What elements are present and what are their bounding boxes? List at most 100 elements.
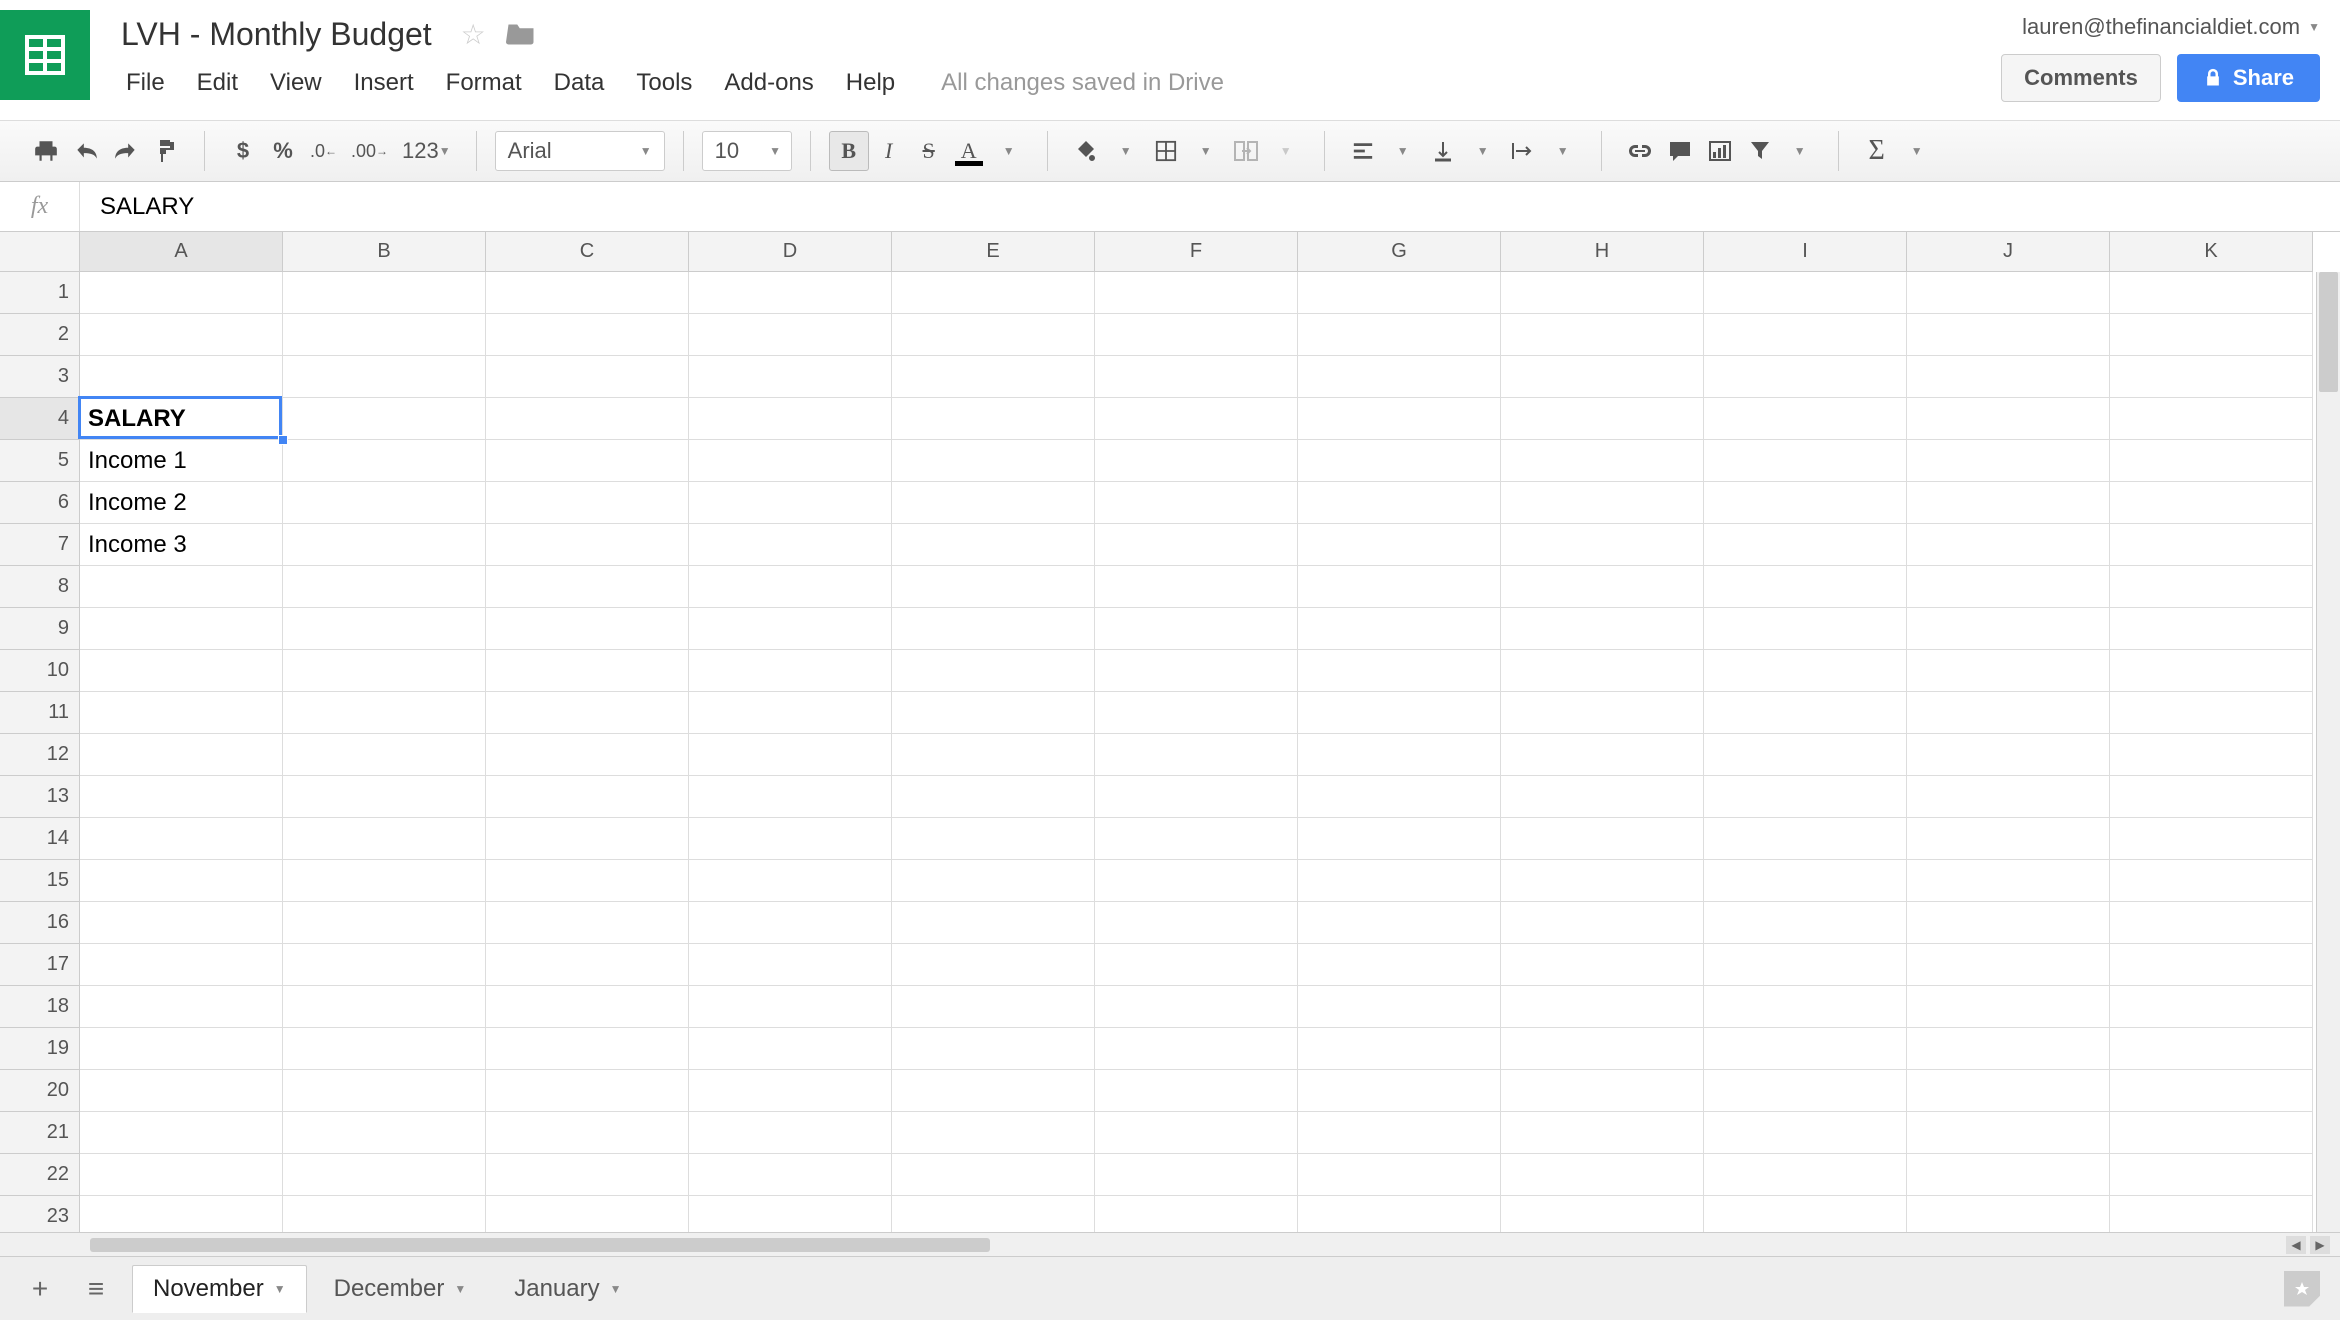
cell-C17[interactable] [486, 944, 689, 986]
chevron-down-icon[interactable]: ▼ [274, 1282, 286, 1296]
cell-H16[interactable] [1501, 902, 1704, 944]
cell-E5[interactable] [892, 440, 1095, 482]
cell-K22[interactable] [2110, 1154, 2313, 1196]
cell-J20[interactable] [1907, 1070, 2110, 1112]
horizontal-align-button[interactable] [1343, 131, 1383, 171]
currency-button[interactable]: $ [223, 131, 263, 171]
column-header-C[interactable]: C [486, 232, 689, 272]
cell-G5[interactable] [1298, 440, 1501, 482]
sheets-logo[interactable] [0, 10, 90, 100]
cell-D11[interactable] [689, 692, 892, 734]
cell-I22[interactable] [1704, 1154, 1907, 1196]
functions-button[interactable]: Σ [1857, 131, 1897, 171]
cell-I9[interactable] [1704, 608, 1907, 650]
star-icon[interactable]: ☆ [461, 18, 486, 51]
cell-K20[interactable] [2110, 1070, 2313, 1112]
bold-button[interactable]: B [829, 131, 869, 171]
cell-G1[interactable] [1298, 272, 1501, 314]
folder-icon[interactable] [506, 19, 536, 50]
cell-D23[interactable] [689, 1196, 892, 1232]
cell-J7[interactable] [1907, 524, 2110, 566]
borders-dropdown[interactable]: ▼ [1186, 131, 1226, 171]
add-sheet-button[interactable]: + [20, 1269, 60, 1309]
cell-B14[interactable] [283, 818, 486, 860]
cell-J23[interactable] [1907, 1196, 2110, 1232]
menu-format[interactable]: Format [430, 63, 538, 103]
cell-G17[interactable] [1298, 944, 1501, 986]
cell-G2[interactable] [1298, 314, 1501, 356]
cell-F14[interactable] [1095, 818, 1298, 860]
merge-cells-button[interactable] [1226, 131, 1266, 171]
cell-D15[interactable] [689, 860, 892, 902]
cell-F21[interactable] [1095, 1112, 1298, 1154]
fx-label[interactable]: fx [0, 182, 80, 231]
row-header-8[interactable]: 8 [0, 566, 80, 608]
cell-D10[interactable] [689, 650, 892, 692]
cell-G13[interactable] [1298, 776, 1501, 818]
row-header-13[interactable]: 13 [0, 776, 80, 818]
cell-C4[interactable] [486, 398, 689, 440]
cell-E23[interactable] [892, 1196, 1095, 1232]
vertical-scroll-thumb[interactable] [2319, 272, 2338, 392]
redo-button[interactable] [106, 131, 146, 171]
cell-K11[interactable] [2110, 692, 2313, 734]
cell-J14[interactable] [1907, 818, 2110, 860]
cell-F5[interactable] [1095, 440, 1298, 482]
cell-A13[interactable] [80, 776, 283, 818]
cell-H14[interactable] [1501, 818, 1704, 860]
wrap-dropdown[interactable]: ▼ [1543, 131, 1583, 171]
cell-E6[interactable] [892, 482, 1095, 524]
cell-E2[interactable] [892, 314, 1095, 356]
cell-H13[interactable] [1501, 776, 1704, 818]
cell-J21[interactable] [1907, 1112, 2110, 1154]
cell-C11[interactable] [486, 692, 689, 734]
scroll-left-button[interactable]: ◀ [2286, 1236, 2306, 1254]
cell-K6[interactable] [2110, 482, 2313, 524]
cell-J9[interactable] [1907, 608, 2110, 650]
cell-F9[interactable] [1095, 608, 1298, 650]
cell-I19[interactable] [1704, 1028, 1907, 1070]
row-header-16[interactable]: 16 [0, 902, 80, 944]
cell-A10[interactable] [80, 650, 283, 692]
cell-F6[interactable] [1095, 482, 1298, 524]
cell-A22[interactable] [80, 1154, 283, 1196]
cell-B18[interactable] [283, 986, 486, 1028]
row-header-17[interactable]: 17 [0, 944, 80, 986]
valign-dropdown[interactable]: ▼ [1463, 131, 1503, 171]
cell-K18[interactable] [2110, 986, 2313, 1028]
cell-I16[interactable] [1704, 902, 1907, 944]
text-color-dropdown[interactable]: ▼ [989, 131, 1029, 171]
cell-A7[interactable]: Income 3 [80, 524, 283, 566]
menu-edit[interactable]: Edit [181, 63, 254, 103]
cell-D14[interactable] [689, 818, 892, 860]
cell-F4[interactable] [1095, 398, 1298, 440]
chevron-down-icon[interactable]: ▼ [610, 1282, 622, 1296]
cell-A18[interactable] [80, 986, 283, 1028]
cell-I3[interactable] [1704, 356, 1907, 398]
cell-F17[interactable] [1095, 944, 1298, 986]
font-size-select[interactable]: 10 ▼ [702, 131, 792, 171]
cell-D4[interactable] [689, 398, 892, 440]
cell-C14[interactable] [486, 818, 689, 860]
chevron-down-icon[interactable]: ▼ [454, 1282, 466, 1296]
column-header-F[interactable]: F [1095, 232, 1298, 272]
cell-B17[interactable] [283, 944, 486, 986]
cell-K19[interactable] [2110, 1028, 2313, 1070]
cell-G19[interactable] [1298, 1028, 1501, 1070]
cell-E18[interactable] [892, 986, 1095, 1028]
row-header-12[interactable]: 12 [0, 734, 80, 776]
cell-G16[interactable] [1298, 902, 1501, 944]
cell-A6[interactable]: Income 2 [80, 482, 283, 524]
cell-I15[interactable] [1704, 860, 1907, 902]
column-header-I[interactable]: I [1704, 232, 1907, 272]
cell-K8[interactable] [2110, 566, 2313, 608]
cell-D16[interactable] [689, 902, 892, 944]
print-button[interactable] [26, 131, 66, 171]
cell-D20[interactable] [689, 1070, 892, 1112]
cell-G20[interactable] [1298, 1070, 1501, 1112]
cell-B8[interactable] [283, 566, 486, 608]
cell-B23[interactable] [283, 1196, 486, 1232]
text-color-button[interactable]: A [949, 131, 989, 171]
filter-dropdown[interactable]: ▼ [1780, 131, 1820, 171]
cell-A11[interactable] [80, 692, 283, 734]
